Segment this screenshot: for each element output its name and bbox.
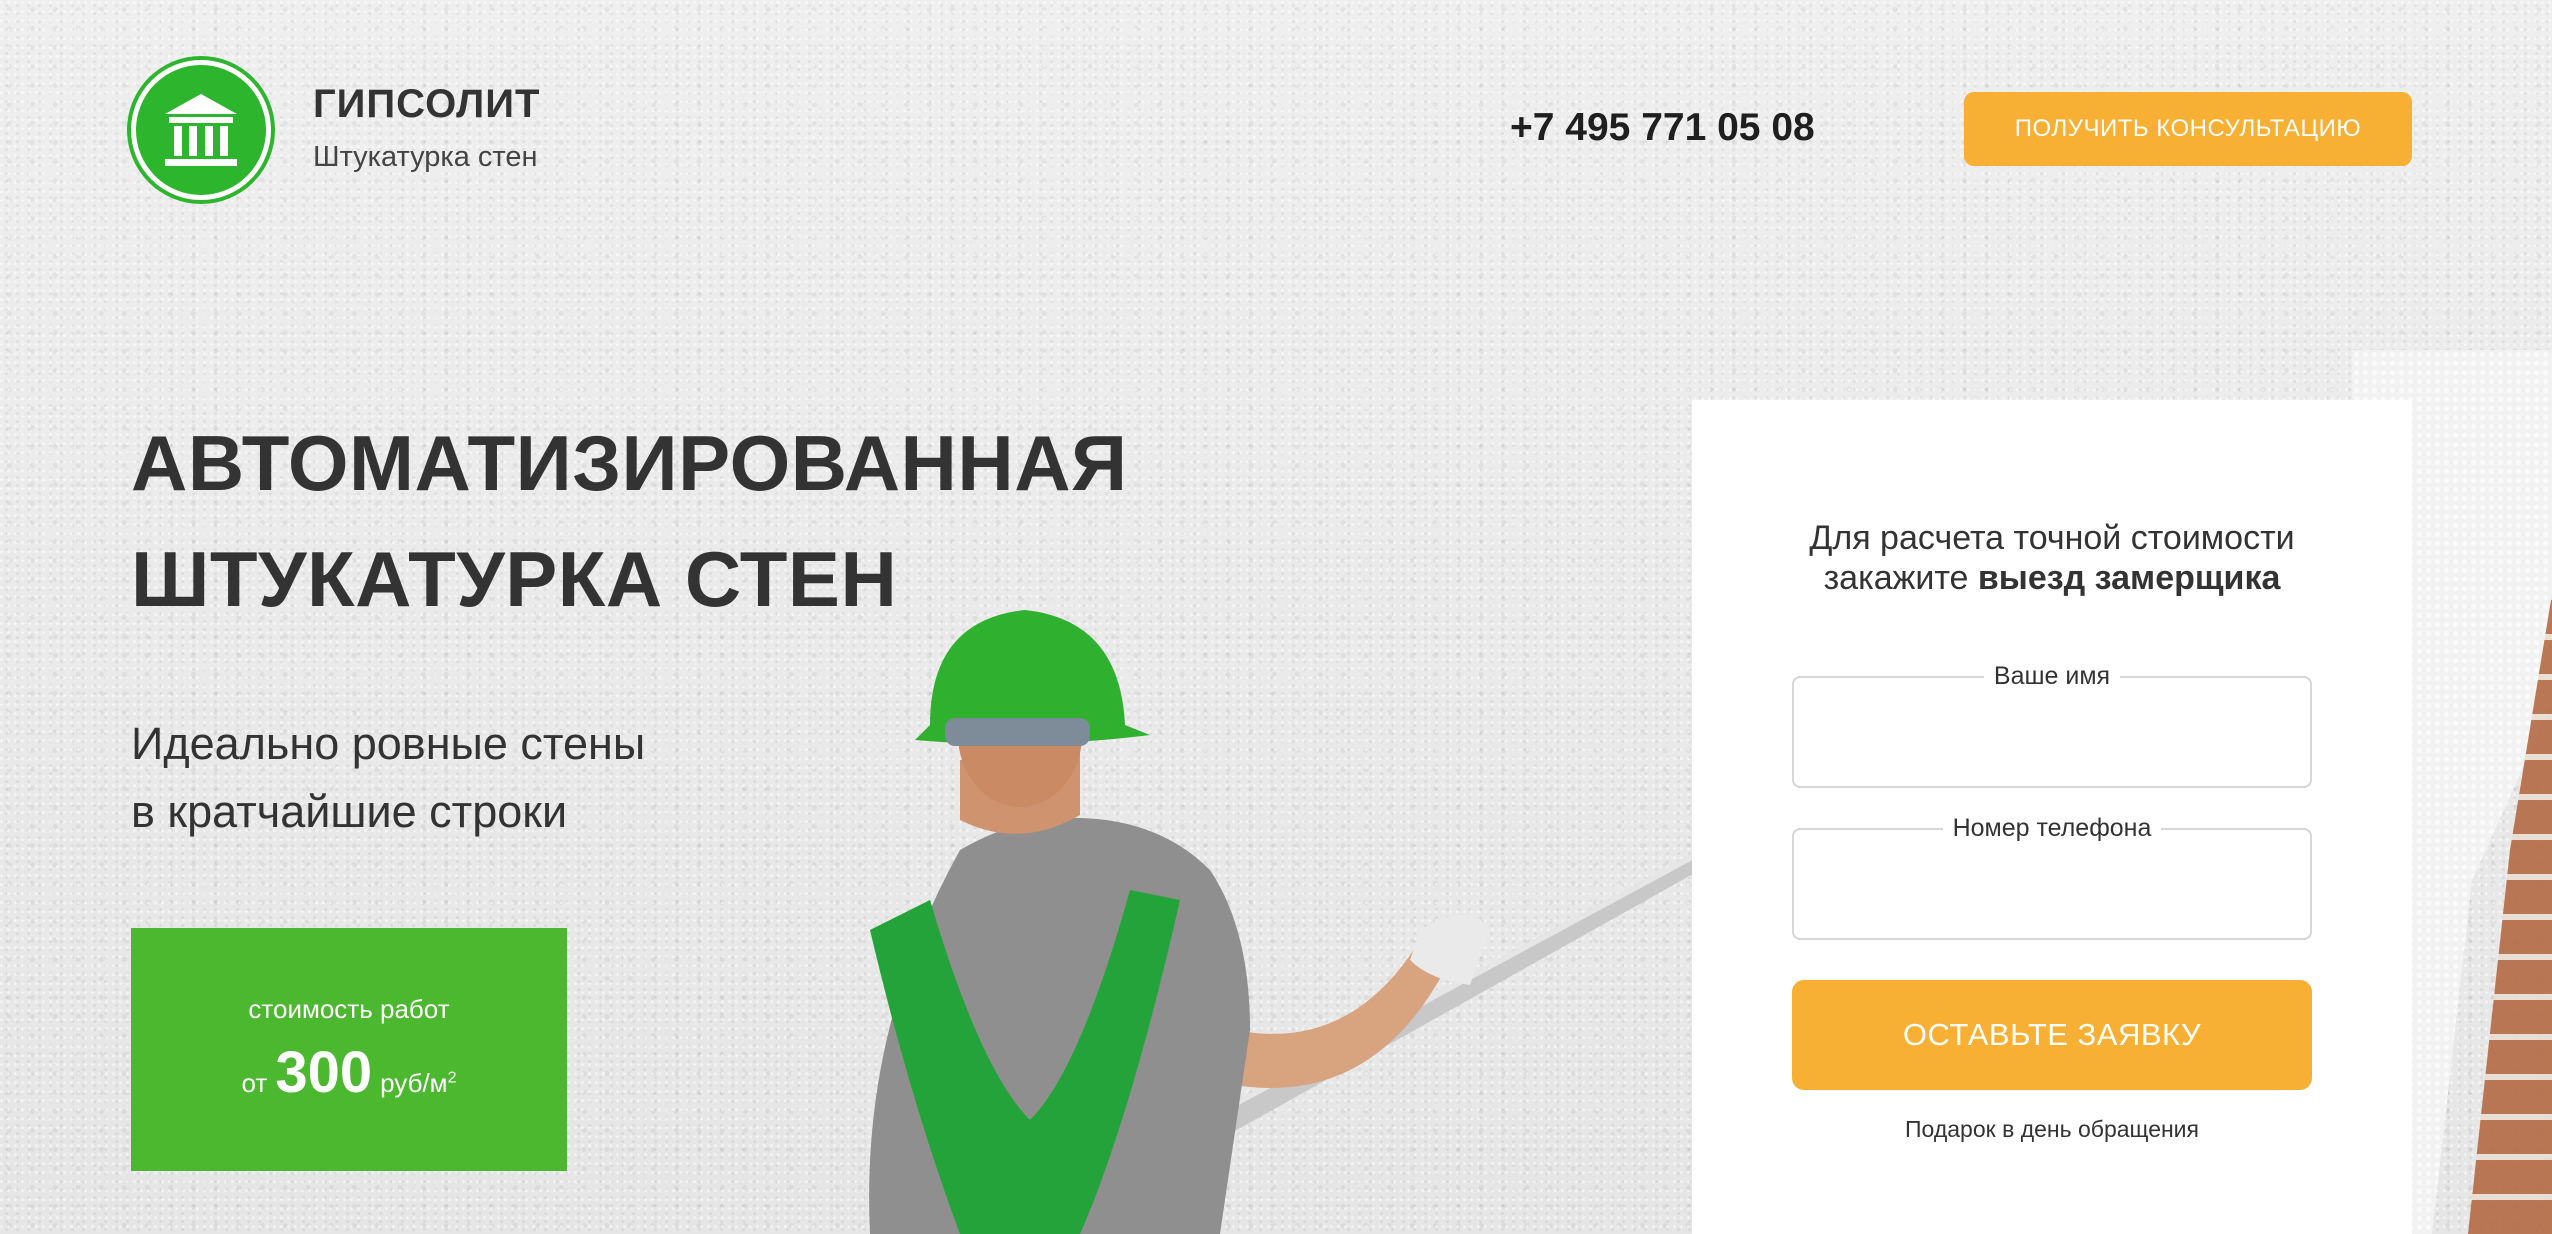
- form-title-bold: выезд замерщика: [1977, 559, 2281, 597]
- price-badge: стоимость работ от 300 руб/м2: [131, 928, 567, 1171]
- price-unit: руб/м2: [380, 1068, 456, 1099]
- phone-field-legend: Номер телефона: [1794, 814, 2310, 843]
- brand-name: ГИПСОЛИТ: [313, 82, 541, 126]
- price-line: от 300 руб/м2: [242, 1039, 457, 1106]
- name-field-label: Ваше имя: [1983, 662, 2121, 690]
- hero-subtitle: Идеально ровные стены в кратчайшие строк…: [131, 710, 645, 846]
- price-unit-sup: 2: [447, 1068, 457, 1086]
- name-field[interactable]: Ваше имя: [1792, 662, 2312, 788]
- price-unit-text: руб/м: [380, 1067, 448, 1098]
- submit-request-button[interactable]: ОСТАВЬТЕ ЗАЯВКУ: [1792, 980, 2312, 1090]
- measurement-request-form: Для расчета точной стоимости закажите вы…: [1692, 400, 2412, 1234]
- form-title-plain: закажите: [1823, 559, 1978, 597]
- headline-line: АВТОМАТИЗИРОВАННАЯ: [131, 419, 1128, 507]
- plasterer-worker-image: [869, 610, 1700, 1234]
- form-title-line: Для расчета точной стоимости: [1809, 519, 2295, 557]
- phone-field[interactable]: Номер телефона: [1792, 814, 2312, 940]
- gift-note: Подарок в день обращения: [1905, 1116, 2199, 1142]
- form-title: Для расчета точной стоимости закажите вы…: [1692, 518, 2412, 598]
- building-columns-icon: [165, 94, 237, 166]
- logo[interactable]: [131, 60, 271, 200]
- price-value: 300: [275, 1039, 373, 1105]
- name-field-legend: Ваше имя: [1794, 662, 2310, 691]
- name-input[interactable]: [1810, 692, 2294, 772]
- phone-number[interactable]: +7 495 771 05 08: [1510, 106, 1815, 150]
- phone-input[interactable]: [1810, 844, 2294, 924]
- price-label: стоимость работ: [248, 993, 450, 1024]
- subtitle-line: Идеально ровные стены: [131, 718, 646, 769]
- get-consultation-button[interactable]: ПОЛУЧИТЬ КОНСУЛЬТАЦИЮ: [1964, 92, 2412, 166]
- phone-field-label: Номер телефона: [1942, 814, 2162, 842]
- subtitle-line: в кратчайшие строки: [131, 786, 568, 837]
- price-from: от: [241, 1067, 268, 1098]
- brand-subtitle: Штукатурка стен: [313, 141, 538, 173]
- form-title-line-2: закажите выезд замерщика: [1692, 558, 2412, 598]
